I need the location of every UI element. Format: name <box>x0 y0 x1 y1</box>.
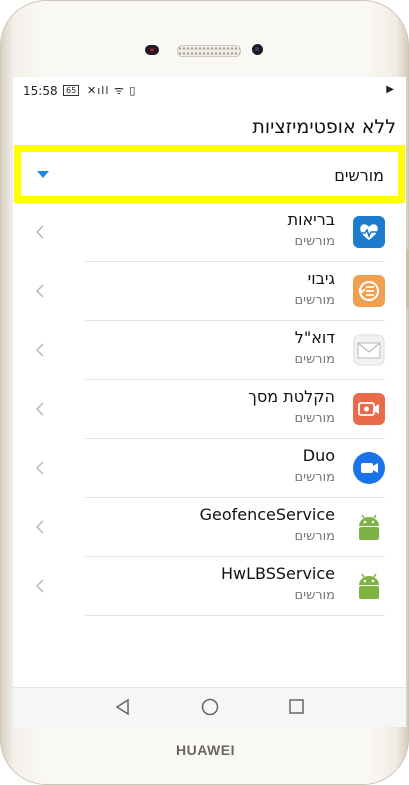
front-sensor-icon <box>145 45 159 55</box>
list-item[interactable]: גיבוי מורשים <box>13 262 406 321</box>
backup-icon <box>353 275 385 307</box>
list-item[interactable]: HwLBSService מורשים <box>13 557 406 616</box>
chevron-left-icon <box>35 225 44 239</box>
home-icon[interactable] <box>201 698 219 716</box>
app-status: מורשים <box>294 234 335 249</box>
front-camera-icon <box>252 44 263 55</box>
app-name: הקלטת מסך <box>248 387 335 406</box>
app-name: דוא"ל <box>294 328 335 347</box>
app-status: מורשים <box>294 411 335 426</box>
row-divider <box>85 615 385 616</box>
filter-selected-value: מורשים <box>334 166 384 185</box>
recent-apps-icon[interactable] <box>289 699 304 714</box>
health-icon <box>353 216 385 248</box>
duo-icon <box>353 452 385 484</box>
chevron-left-icon <box>35 402 44 416</box>
page-title: ללא אופטימיזציות <box>252 116 396 138</box>
screen: 15:58 65 ✕ıll ᯤ ▯ ▶ ללא אופטימיזציות מור… <box>13 77 406 727</box>
phone-frame: 15:58 65 ✕ıll ᯤ ▯ ▶ ללא אופטימיזציות מור… <box>0 0 409 785</box>
list-item[interactable]: הקלטת מסך מורשים <box>13 380 406 439</box>
brand-logo: HUAWEI <box>176 742 235 758</box>
chevron-left-icon <box>35 284 44 298</box>
app-name: בריאות <box>287 210 335 229</box>
app-status: מורשים <box>294 529 335 544</box>
status-time: 15:58 <box>23 84 58 98</box>
app-name: גיבוי <box>307 269 335 288</box>
app-name: HwLBSService <box>220 564 335 583</box>
app-name: Duo <box>302 446 335 465</box>
list-item[interactable]: GeofenceService מורשים <box>13 498 406 557</box>
app-status: מורשים <box>294 352 335 367</box>
chevron-left-icon <box>35 579 44 593</box>
back-icon[interactable] <box>114 698 132 716</box>
play-store-icon: ▶ <box>386 84 394 95</box>
earpiece-speaker <box>177 45 241 57</box>
app-status: מורשים <box>294 293 335 308</box>
dropdown-caret-icon <box>37 171 49 178</box>
app-name: GeofenceService <box>199 505 335 524</box>
email-icon <box>353 334 385 366</box>
battery-icon: 65 <box>63 85 80 96</box>
screen-recorder-icon <box>353 393 385 425</box>
navigation-bar <box>13 687 406 727</box>
list-item[interactable]: דוא"ל מורשים <box>13 321 406 380</box>
signal-wifi-vibrate-icons: ✕ıll ᯤ ▯ <box>87 84 137 97</box>
chevron-left-icon <box>35 461 44 475</box>
app-status: מורשים <box>294 588 335 603</box>
list-item[interactable]: בריאות מורשים <box>13 203 406 262</box>
chevron-left-icon <box>35 520 44 534</box>
list-item[interactable]: Duo מורשים <box>13 439 406 498</box>
chevron-left-icon <box>35 343 44 357</box>
app-status: מורשים <box>294 470 335 485</box>
android-icon <box>359 573 379 599</box>
app-list: בריאות מורשים גיבוי מורשים דוא"ל מורשים … <box>13 203 406 616</box>
status-bar: 15:58 65 ✕ıll ᯤ ▯ ▶ <box>13 77 406 105</box>
filter-dropdown[interactable]: מורשים <box>14 145 405 203</box>
android-icon <box>359 514 379 540</box>
